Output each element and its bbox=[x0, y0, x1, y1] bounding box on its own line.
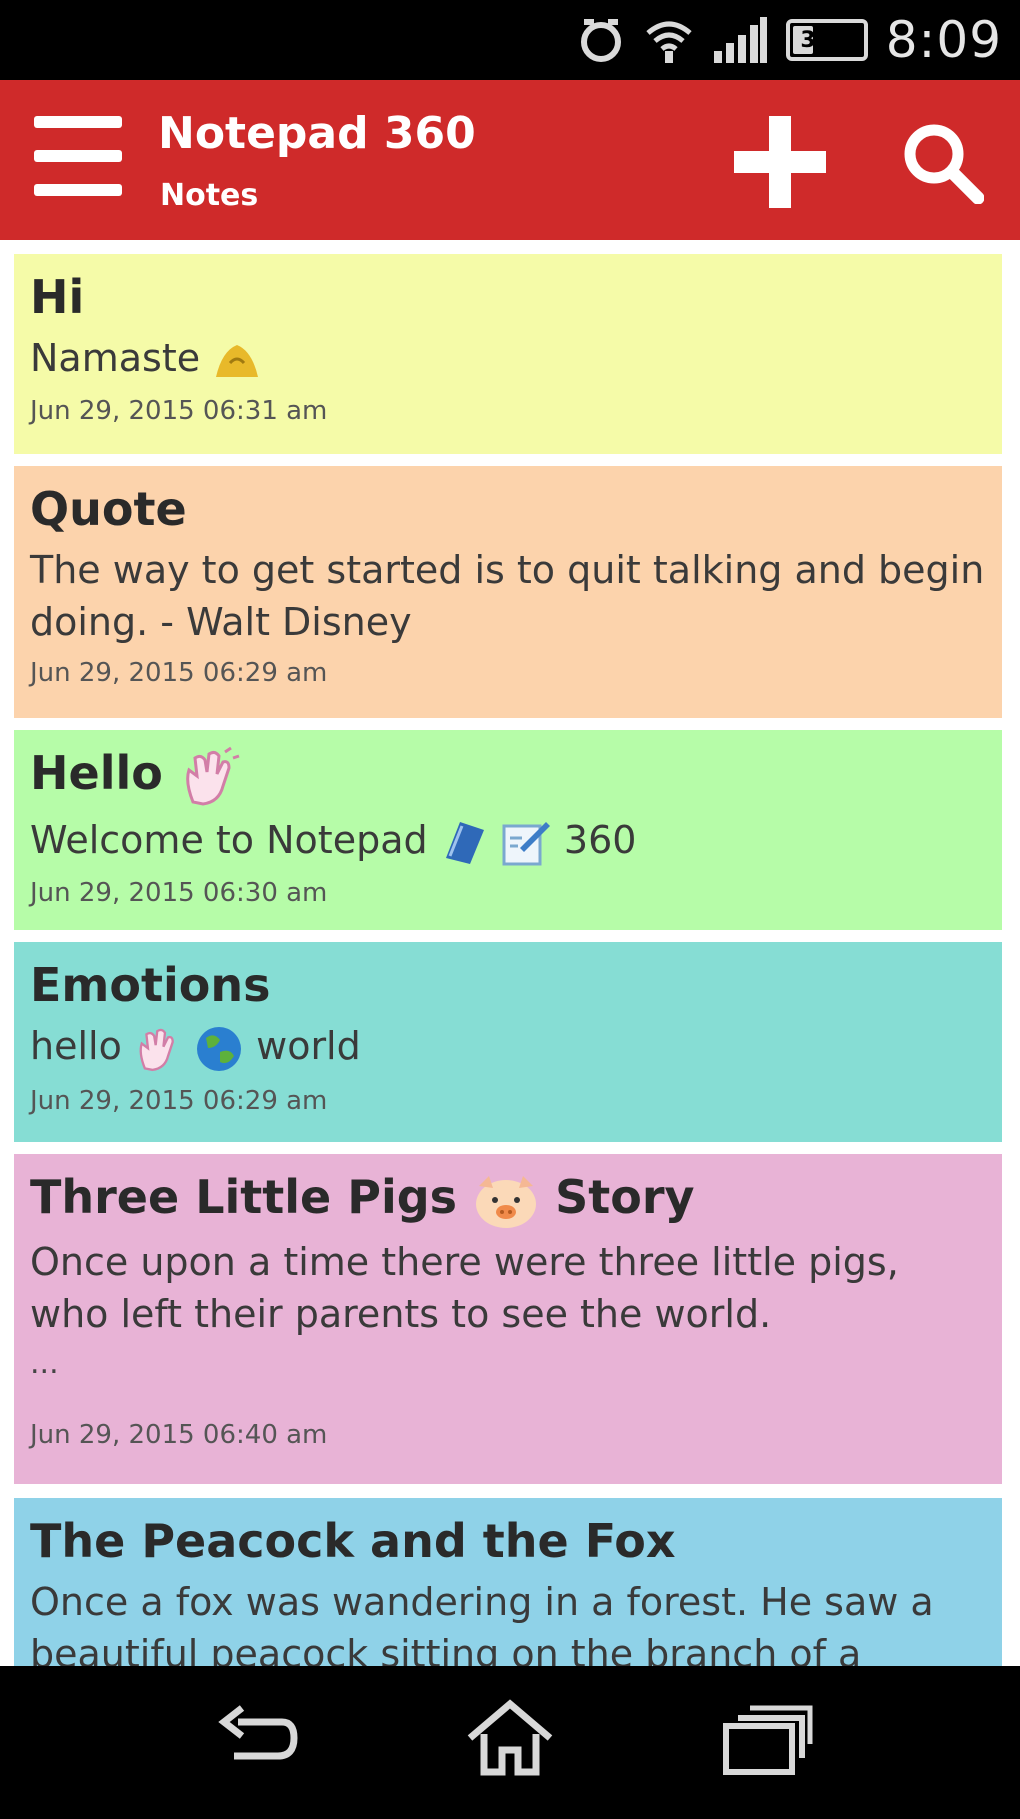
note-body-text: 360 bbox=[563, 817, 637, 862]
recents-icon bbox=[723, 1705, 813, 1775]
note-card[interactable]: Emotions hello world Jun 29, 2015 06:29 … bbox=[14, 942, 1002, 1142]
clock: 8:09 bbox=[885, 11, 1002, 69]
search-button[interactable] bbox=[900, 120, 985, 205]
recents-button[interactable] bbox=[716, 1696, 816, 1786]
alarm-icon bbox=[580, 19, 621, 62]
app-bar: Notepad 360 Notes bbox=[0, 80, 1020, 240]
pig-face-icon bbox=[476, 1175, 537, 1228]
note-title: Three Little Pigs Story bbox=[30, 1168, 986, 1230]
note-body: Namaste bbox=[30, 332, 986, 384]
note-title: Quote bbox=[30, 482, 187, 536]
note-date: Jun 29, 2015 06:30 am bbox=[30, 878, 328, 908]
waving-hand-icon bbox=[186, 746, 240, 806]
note-title: Emotions bbox=[30, 958, 271, 1012]
note-title: The Peacock and the Fox bbox=[30, 1514, 676, 1568]
note-body-text: world bbox=[256, 1024, 361, 1068]
notes-list: Hi Namaste Jun 29, 2015 06:31 am Quote T… bbox=[14, 254, 1002, 1666]
globe-icon bbox=[197, 1026, 242, 1071]
note-card[interactable]: Hi Namaste Jun 29, 2015 06:31 am bbox=[14, 254, 1002, 454]
note-card[interactable]: Quote The way to get started is to quit … bbox=[14, 466, 1002, 718]
note-date: Jun 29, 2015 06:29 am bbox=[30, 658, 328, 688]
menu-button[interactable] bbox=[34, 116, 124, 206]
folded-hands-icon bbox=[216, 344, 259, 377]
blue-book-icon bbox=[445, 822, 484, 864]
note-body-text: hello bbox=[30, 1024, 122, 1068]
note-date: Jun 29, 2015 06:31 am bbox=[30, 396, 328, 426]
note-card[interactable]: Hello Welcome to Notepad 360 Jun 29, 201… bbox=[14, 730, 1002, 930]
battery-level: 31% bbox=[800, 27, 854, 53]
back-button[interactable] bbox=[208, 1696, 308, 1786]
app-title: Notepad 360 bbox=[158, 108, 476, 159]
note-body-text: Namaste bbox=[30, 336, 201, 380]
search-icon bbox=[904, 124, 985, 205]
note-date: Jun 29, 2015 06:40 am bbox=[30, 1419, 328, 1450]
navigation-bar bbox=[0, 1666, 1020, 1819]
note-title-text: Three Little Pigs bbox=[30, 1170, 458, 1224]
waving-hand-icon bbox=[139, 1028, 174, 1071]
note-body: Welcome to Notepad 360 bbox=[30, 814, 986, 867]
signal-icon bbox=[713, 17, 767, 63]
note-title: Hello bbox=[30, 744, 986, 808]
note-body: Once a fox was wandering in a forest. He… bbox=[30, 1580, 934, 1666]
note-body: hello world bbox=[30, 1020, 986, 1074]
note-title-text: Hello bbox=[30, 746, 163, 800]
note-date: Jun 29, 2015 06:29 am bbox=[30, 1085, 328, 1116]
battery-icon: 31% bbox=[785, 19, 868, 61]
note-card[interactable]: Three Little Pigs Story Once upon a time… bbox=[14, 1154, 1002, 1484]
back-icon bbox=[218, 1705, 298, 1760]
add-note-button[interactable] bbox=[734, 116, 826, 208]
note-body-text: Welcome to Notepad bbox=[30, 817, 428, 862]
home-button[interactable] bbox=[460, 1696, 560, 1786]
note-card[interactable]: The Peacock and the Fox Once a fox was w… bbox=[14, 1498, 1002, 1666]
memo-icon bbox=[502, 822, 550, 866]
note-body: Once upon a time there were three little… bbox=[30, 1239, 899, 1336]
note-title-text: Story bbox=[555, 1170, 695, 1224]
status-bar: 31% 8:09 bbox=[0, 0, 1020, 80]
note-ellipsis: ... bbox=[30, 1345, 59, 1381]
note-title: Hi bbox=[30, 270, 85, 324]
note-body: The way to get started is to quit talkin… bbox=[30, 548, 985, 644]
app-subtitle: Notes bbox=[160, 178, 259, 213]
home-icon bbox=[467, 1699, 553, 1776]
wifi-icon bbox=[646, 21, 692, 63]
